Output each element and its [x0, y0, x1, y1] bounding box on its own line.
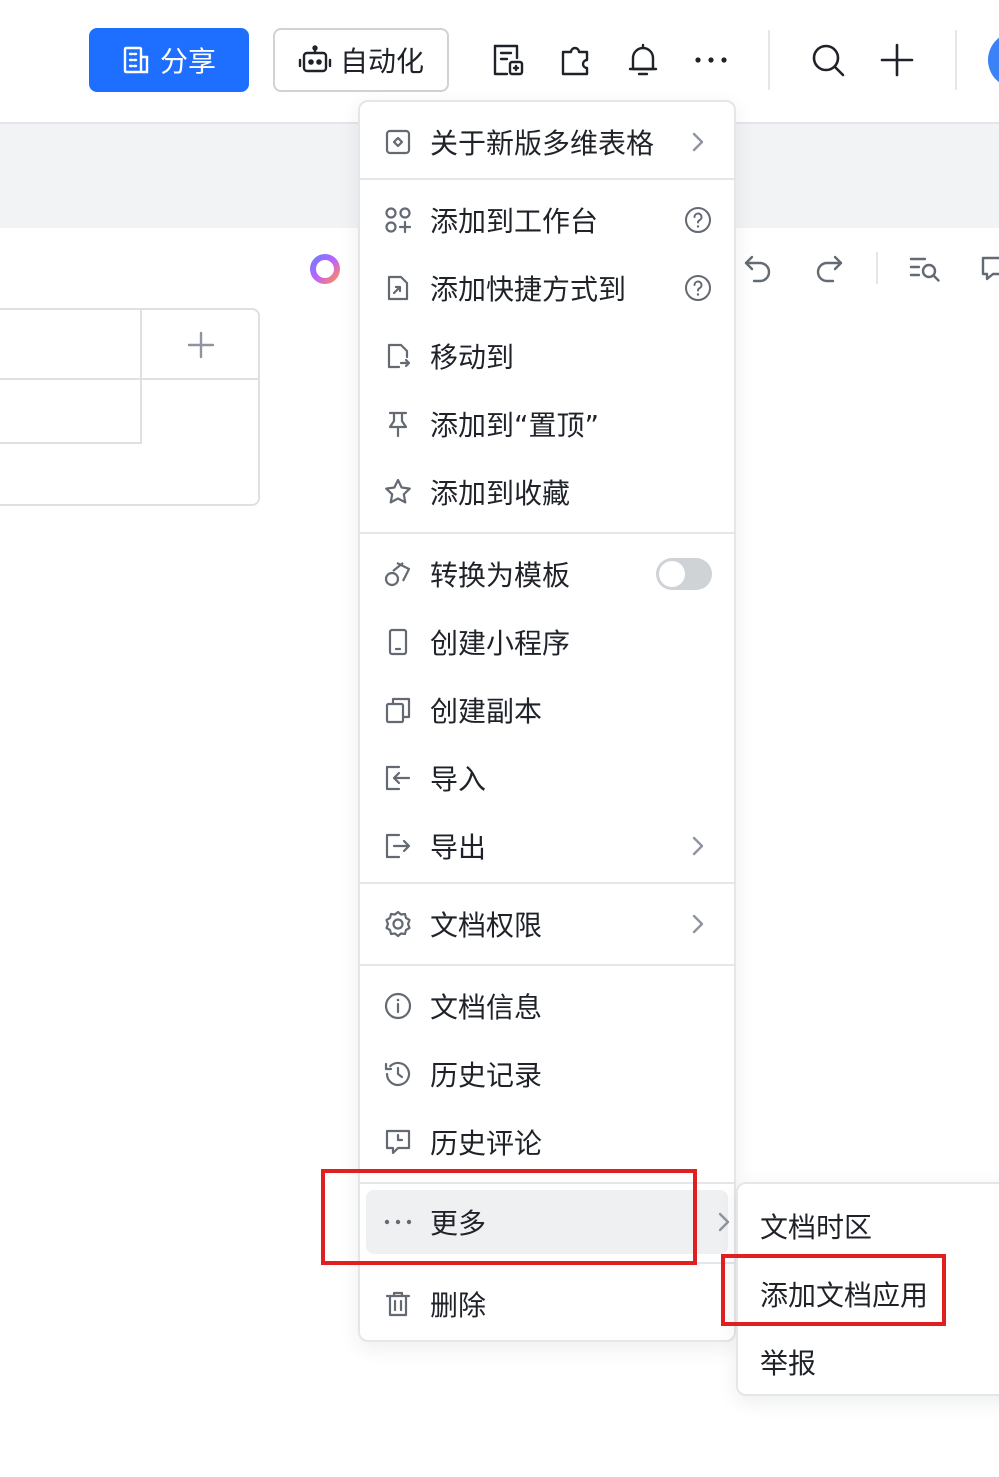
undo-icon[interactable] [740, 250, 776, 286]
template-icon [382, 558, 414, 590]
bell-icon[interactable] [623, 40, 663, 80]
toolbar-divider [955, 30, 957, 90]
table-grid [0, 308, 260, 506]
menu-label: 创建副本 [430, 695, 543, 728]
menu-separator [360, 964, 734, 966]
menu-item-pin[interactable]: 添加到“置顶” [360, 390, 734, 458]
automation-button[interactable]: 自动化 [273, 28, 449, 92]
share-button[interactable]: 分享 [89, 28, 249, 92]
help-icon[interactable] [682, 204, 714, 236]
menu-separator [360, 532, 734, 534]
share-label: 分享 [159, 45, 216, 78]
search-icon[interactable] [808, 40, 848, 80]
menu-item-favorite[interactable]: 添加到收藏 [360, 458, 734, 526]
menu-label: 导入 [430, 763, 487, 796]
menu-item-delete[interactable]: 删除 [360, 1270, 734, 1338]
menu-label: 移动到 [430, 341, 515, 374]
chevron-right-icon [682, 126, 714, 158]
menu-label: 添加到工作台 [430, 205, 599, 238]
menu-label: 删除 [430, 1289, 487, 1322]
find-icon[interactable] [907, 250, 943, 286]
import-icon [382, 762, 414, 794]
robot-icon [298, 45, 332, 75]
doc-template-icon[interactable] [488, 40, 528, 80]
trash-icon [382, 1288, 414, 1320]
submenu-item-timezone[interactable]: 文档时区 [760, 1206, 872, 1246]
comment-icon[interactable] [976, 250, 999, 286]
phone-icon [382, 626, 414, 658]
automation-label: 自动化 [339, 45, 424, 78]
add-column-icon[interactable] [186, 330, 216, 360]
menu-label: 文档权限 [430, 909, 543, 942]
menu-item-permissions[interactable]: 文档权限 [360, 890, 734, 958]
menu-label: 添加到收藏 [430, 477, 571, 510]
menu-item-create-copy[interactable]: 创建副本 [360, 676, 734, 744]
info-box-icon [382, 126, 414, 158]
apps-grid-icon [382, 204, 414, 236]
menu-label: 转换为模板 [430, 559, 571, 592]
building-icon [122, 45, 150, 75]
highlight-add-app [721, 1254, 946, 1326]
menu-separator [360, 178, 734, 180]
export-icon [382, 830, 414, 862]
menu-label: 文档信息 [430, 991, 543, 1024]
menu-label: 创建小程序 [430, 627, 571, 660]
menu-item-move-to[interactable]: 移动到 [360, 322, 734, 390]
gear-icon [382, 908, 414, 940]
menu-label: 历史记录 [430, 1059, 543, 1092]
history-icon [382, 1058, 414, 1090]
menu-separator [360, 882, 734, 884]
menu-item-convert-template[interactable]: 转换为模板 [360, 540, 734, 608]
grid-col-line [140, 310, 142, 444]
menu-item-history[interactable]: 历史记录 [360, 1040, 734, 1108]
move-file-icon [382, 340, 414, 372]
chevron-right-icon [682, 908, 714, 940]
menu-item-add-shortcut[interactable]: 添加快捷方式到 [360, 254, 734, 322]
toolbar-divider [768, 30, 770, 90]
menu-label: 添加快捷方式到 [430, 273, 627, 306]
pin-icon [382, 408, 414, 440]
menu-item-add-workspace[interactable]: 添加到工作台 [360, 186, 734, 254]
menu-item-about[interactable]: 关于新版多维表格 [360, 108, 734, 176]
menu-label: 历史评论 [430, 1127, 543, 1160]
menu-label: 添加到“置顶” [430, 409, 600, 442]
grid-row-line [0, 442, 142, 444]
toggle-switch[interactable] [656, 558, 712, 590]
menu-item-history-comments[interactable]: 历史评论 [360, 1108, 734, 1176]
menu-item-export[interactable]: 导出 [360, 812, 734, 880]
copy-icon [382, 694, 414, 726]
tool-divider [876, 252, 878, 284]
shortcut-icon [382, 272, 414, 304]
menu-item-import[interactable]: 导入 [360, 744, 734, 812]
plugin-icon[interactable] [556, 40, 596, 80]
more-horizontal-icon[interactable] [691, 40, 731, 80]
grid-row-line [0, 378, 258, 380]
menu-label: 导出 [430, 831, 487, 864]
menu-item-create-miniapp[interactable]: 创建小程序 [360, 608, 734, 676]
menu-label: 关于新版多维表格 [430, 127, 655, 160]
more-options-menu: 关于新版多维表格 添加到工作台 添加快捷方式到 移动到 添加到“置顶” 添加到收… [358, 100, 736, 1342]
highlight-more [321, 1169, 697, 1265]
plus-icon[interactable] [877, 40, 917, 80]
submenu-item-report[interactable]: 举报 [760, 1342, 816, 1382]
chevron-right-icon [682, 830, 714, 862]
help-icon[interactable] [682, 272, 714, 304]
comment-history-icon [382, 1126, 414, 1158]
menu-item-doc-info[interactable]: 文档信息 [360, 972, 734, 1040]
redo-icon[interactable] [811, 250, 847, 286]
star-icon [382, 476, 414, 508]
info-icon [382, 990, 414, 1022]
ai-assistant-icon[interactable] [308, 252, 342, 286]
template-toggle[interactable] [656, 558, 712, 590]
